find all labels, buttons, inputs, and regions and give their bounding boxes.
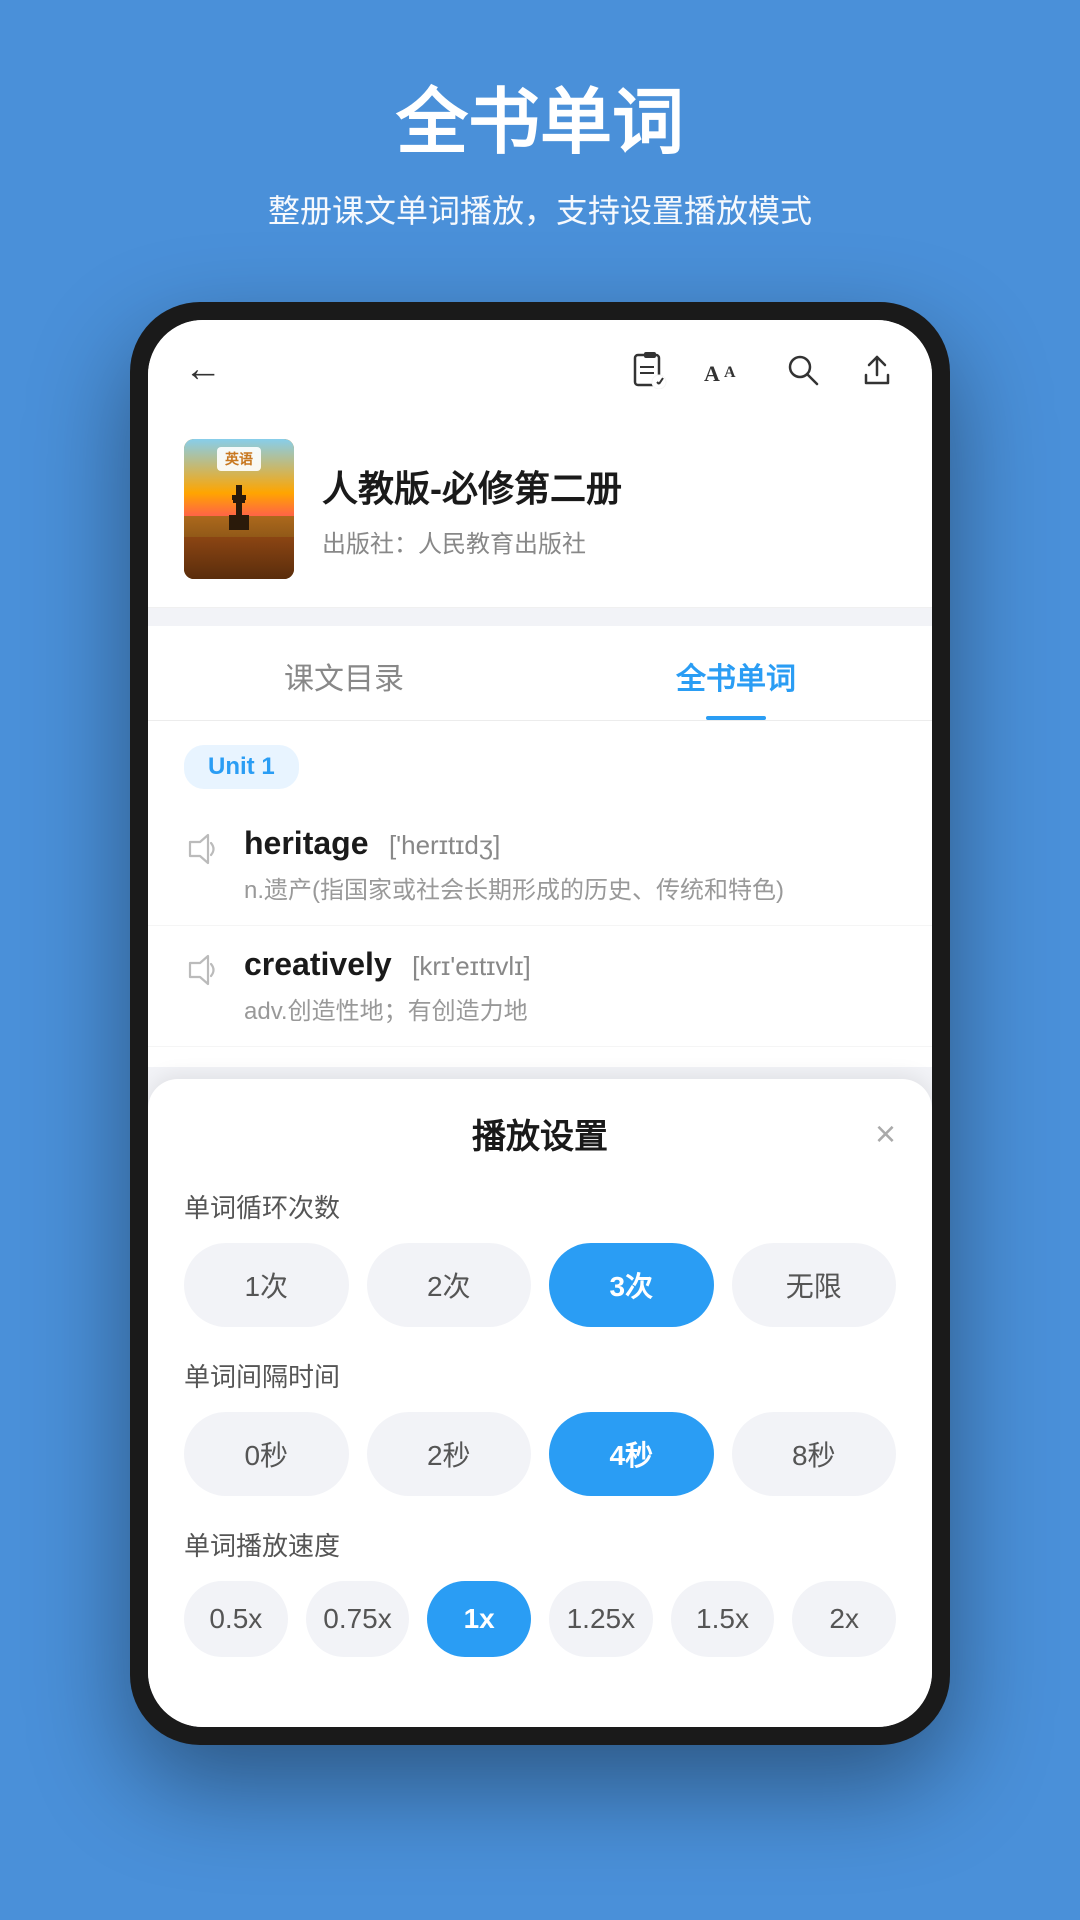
interval-section: 单词间隔时间 0秒 2秒 4秒 8秒 bbox=[184, 1357, 896, 1496]
nav-bar: ← A A bbox=[148, 320, 932, 411]
svg-text:A: A bbox=[704, 361, 720, 386]
phone-screen: ← A A bbox=[148, 320, 932, 1727]
share-icon[interactable] bbox=[858, 351, 896, 389]
interval-4[interactable]: 4秒 bbox=[549, 1412, 714, 1496]
interval-8[interactable]: 8秒 bbox=[732, 1412, 897, 1496]
tab-vocabulary[interactable]: 全书单词 bbox=[540, 626, 932, 720]
loop-unlimited[interactable]: 无限 bbox=[732, 1243, 897, 1327]
speed-section: 单词播放速度 0.5x 0.75x 1x 1.25x 1.5x 2x bbox=[184, 1526, 896, 1657]
book-cover-label: 英语 bbox=[217, 447, 261, 471]
word-english-2: creatively bbox=[244, 946, 392, 982]
font-size-icon[interactable]: A A bbox=[704, 351, 748, 389]
word-phonetic-2: [krɪ'eɪtɪvlɪ] bbox=[412, 951, 531, 981]
settings-panel: 播放设置 × 单词循环次数 1次 2次 3次 无限 单词间隔时间 0秒 2秒 bbox=[148, 1079, 932, 1727]
settings-title: 播放设置 bbox=[472, 1109, 608, 1158]
speed-0.75[interactable]: 0.75x bbox=[306, 1581, 410, 1657]
settings-header: 播放设置 × bbox=[184, 1109, 896, 1158]
word-list: Unit 1 heritage ['herɪtɪdʒ] n.遗产(指国家或社会长… bbox=[148, 721, 932, 1067]
word-english-1: heritage bbox=[244, 825, 368, 861]
word-content-2: creatively [krɪ'eɪtɪvlɪ] adv.创造性地；有创造力地 bbox=[244, 946, 531, 1026]
page-header: 全书单词 整册课文单词播放，支持设置播放模式 bbox=[0, 0, 1080, 272]
book-cover: 英语 bbox=[184, 439, 294, 579]
speed-1.25[interactable]: 1.25x bbox=[549, 1581, 653, 1657]
book-details: 人教版-必修第二册 出版社：人民教育出版社 bbox=[322, 460, 896, 559]
search-icon[interactable] bbox=[784, 351, 822, 389]
svg-text:A: A bbox=[724, 364, 736, 381]
loop-2[interactable]: 2次 bbox=[367, 1243, 532, 1327]
unit-badge: Unit 1 bbox=[184, 745, 299, 789]
interval-label: 单词间隔时间 bbox=[184, 1357, 896, 1394]
page-title: 全书单词 bbox=[40, 80, 1040, 166]
word-meaning-2: adv.创造性地；有创造力地 bbox=[244, 991, 531, 1026]
loop-1[interactable]: 1次 bbox=[184, 1243, 349, 1327]
word-meaning-1: n.遗产(指国家或社会长期形成的历史、传统和特色) bbox=[244, 870, 784, 905]
checklist-icon[interactable] bbox=[630, 351, 668, 389]
interval-options: 0秒 2秒 4秒 8秒 bbox=[184, 1412, 896, 1496]
word-phonetic-1: ['herɪtɪdʒ] bbox=[389, 830, 500, 860]
page-subtitle: 整册课文单词播放，支持设置播放模式 bbox=[40, 186, 1040, 232]
word-item-2: creatively [krɪ'eɪtɪvlɪ] adv.创造性地；有创造力地 bbox=[148, 926, 932, 1047]
speed-1.5[interactable]: 1.5x bbox=[671, 1581, 775, 1657]
loop-count-label: 单词循环次数 bbox=[184, 1188, 896, 1225]
settings-close-button[interactable]: × bbox=[875, 1113, 896, 1155]
phone-shell: ← A A bbox=[130, 302, 950, 1745]
book-info: 英语 人教版-必修第二册 出版社：人民教育出版社 bbox=[148, 411, 932, 608]
book-publisher: 出版社：人民教育出版社 bbox=[322, 524, 896, 559]
loop-3[interactable]: 3次 bbox=[549, 1243, 714, 1327]
back-icon[interactable]: ← bbox=[184, 348, 222, 391]
word-item: heritage ['herɪtɪdʒ] n.遗产(指国家或社会长期形成的历史、… bbox=[148, 805, 932, 926]
tab-course[interactable]: 课文目录 bbox=[148, 626, 540, 720]
interval-0[interactable]: 0秒 bbox=[184, 1412, 349, 1496]
tabs-bar: 课文目录 全书单词 bbox=[148, 626, 932, 721]
sound-icon-2[interactable] bbox=[184, 952, 220, 997]
book-title-text: 人教版-必修第二册 bbox=[322, 460, 896, 512]
interval-2[interactable]: 2秒 bbox=[367, 1412, 532, 1496]
speed-1[interactable]: 1x bbox=[427, 1581, 531, 1657]
word-content-1: heritage ['herɪtɪdʒ] n.遗产(指国家或社会长期形成的历史、… bbox=[244, 825, 784, 905]
speed-2[interactable]: 2x bbox=[792, 1581, 896, 1657]
sound-icon-1[interactable] bbox=[184, 831, 220, 876]
speed-label: 单词播放速度 bbox=[184, 1526, 896, 1563]
loop-count-section: 单词循环次数 1次 2次 3次 无限 bbox=[184, 1188, 896, 1327]
loop-count-options: 1次 2次 3次 无限 bbox=[184, 1243, 896, 1327]
speed-options: 0.5x 0.75x 1x 1.25x 1.5x 2x bbox=[184, 1581, 896, 1657]
speed-0.5[interactable]: 0.5x bbox=[184, 1581, 288, 1657]
